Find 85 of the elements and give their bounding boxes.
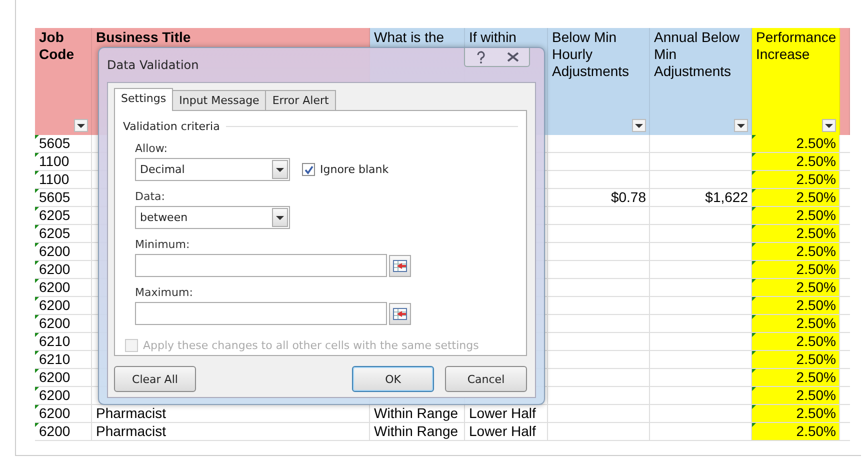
field-label: Minimum: xyxy=(135,238,191,251)
checkbox-label: Apply these changes to all other cells with the same settings xyxy=(143,339,479,352)
table-cell: 2.50% xyxy=(796,207,836,223)
checkmark-icon xyxy=(304,164,314,174)
table-cell: $1,622 xyxy=(705,189,748,205)
table-cell: 6200 xyxy=(39,387,70,403)
table-cell: Within Range xyxy=(374,423,458,439)
caret-icon xyxy=(77,124,85,128)
dialog-button[interactable]: Cancel xyxy=(445,366,527,392)
table-cell: 2.50% xyxy=(796,297,836,313)
table-cell: Pharmacist xyxy=(96,423,166,439)
table-cell: 6200 xyxy=(39,297,70,313)
filter-dropdown-button[interactable] xyxy=(74,119,88,132)
minimum-field[interactable] xyxy=(135,254,387,277)
table-cell: 2.50% xyxy=(796,351,836,367)
maximum-field[interactable] xyxy=(135,302,387,325)
table-cell: Pharmacist xyxy=(96,405,166,421)
table-cell: 2.50% xyxy=(796,387,836,403)
caret-icon xyxy=(276,168,284,172)
table-cell: 2.50% xyxy=(796,315,836,331)
field-label: Data: xyxy=(135,190,166,203)
table-cell: 2.50% xyxy=(796,369,836,385)
table-cell: 6200 xyxy=(39,243,70,259)
field-label: Allow: xyxy=(135,142,168,155)
checkbox-label: Ignore blank xyxy=(320,163,389,176)
table-cell: 2.50% xyxy=(796,279,836,295)
filter-dropdown-button[interactable] xyxy=(632,119,646,132)
group-title: Validation criteria xyxy=(123,120,220,133)
allow-dropdown[interactable]: Decimal xyxy=(135,158,290,181)
field-label: Maximum: xyxy=(135,286,194,299)
header-text: Business Title xyxy=(96,29,192,46)
help-icon xyxy=(476,50,486,64)
table-cell: 6205 xyxy=(39,225,70,241)
table-cell: 6200 xyxy=(39,369,70,385)
table-cell: 2.50% xyxy=(796,423,836,439)
range-picker-icon xyxy=(393,260,407,272)
range-picker-button[interactable] xyxy=(389,254,411,276)
table-cell: 6210 xyxy=(39,333,70,349)
tab[interactable]: Input Message xyxy=(172,90,266,110)
table-cell: Lower Half xyxy=(469,405,536,421)
header-text: Performance Increase xyxy=(756,29,835,63)
header-text: What is the xyxy=(374,29,446,46)
table-cell: 2.50% xyxy=(796,135,836,151)
header-text: Job Code xyxy=(39,29,75,63)
table-cell: 2.50% xyxy=(796,171,836,187)
table-cell: 6200 xyxy=(39,423,70,439)
table-cell: 5605 xyxy=(39,189,70,205)
header-text: Below Min Hourly Adjustments xyxy=(552,29,630,80)
caret-icon xyxy=(635,124,643,128)
table-cell: 1100 xyxy=(39,153,70,169)
table-cell: 6210 xyxy=(39,351,70,367)
table-cell: 6200 xyxy=(39,261,70,277)
filter-dropdown-button[interactable] xyxy=(822,119,836,132)
table-cell: 2.50% xyxy=(796,333,836,349)
table-cell: 6200 xyxy=(39,279,70,295)
table-cell: 2.50% xyxy=(796,153,836,169)
table-cell: Lower Half xyxy=(469,423,536,439)
dialog-button[interactable]: Clear All xyxy=(114,366,196,392)
tab[interactable]: Settings xyxy=(114,88,174,111)
caret-icon xyxy=(825,124,833,128)
table-cell: 2.50% xyxy=(796,243,836,259)
table-cell: 6205 xyxy=(39,207,70,223)
header-text: Annual Below Min Adjustments xyxy=(654,29,741,80)
table-cell: 2.50% xyxy=(796,261,836,277)
checkbox[interactable] xyxy=(302,163,315,176)
caret-icon xyxy=(276,216,284,220)
filter-dropdown-button[interactable] xyxy=(734,119,748,132)
table-cell: 5605 xyxy=(39,135,70,151)
table-cell: 1100 xyxy=(39,171,70,187)
table-cell: $0.78 xyxy=(610,189,646,205)
table-cell: 6200 xyxy=(39,315,70,331)
table-cell: Within Range xyxy=(374,405,458,421)
window-title: Data Validation xyxy=(107,58,199,72)
data-dropdown[interactable]: between xyxy=(135,206,290,229)
caret-icon xyxy=(737,124,745,128)
table-cell: 2.50% xyxy=(796,189,836,205)
table-cell: 6200 xyxy=(39,405,70,421)
table-cell: 2.50% xyxy=(796,405,836,421)
dialog-button[interactable]: OK xyxy=(352,366,434,392)
tab[interactable]: Error Alert xyxy=(265,90,336,110)
range-picker-icon xyxy=(393,308,407,320)
table-cell: 2.50% xyxy=(796,225,836,241)
range-picker-button[interactable] xyxy=(389,302,411,324)
close-icon xyxy=(507,52,519,62)
header-text: If within xyxy=(469,29,518,46)
